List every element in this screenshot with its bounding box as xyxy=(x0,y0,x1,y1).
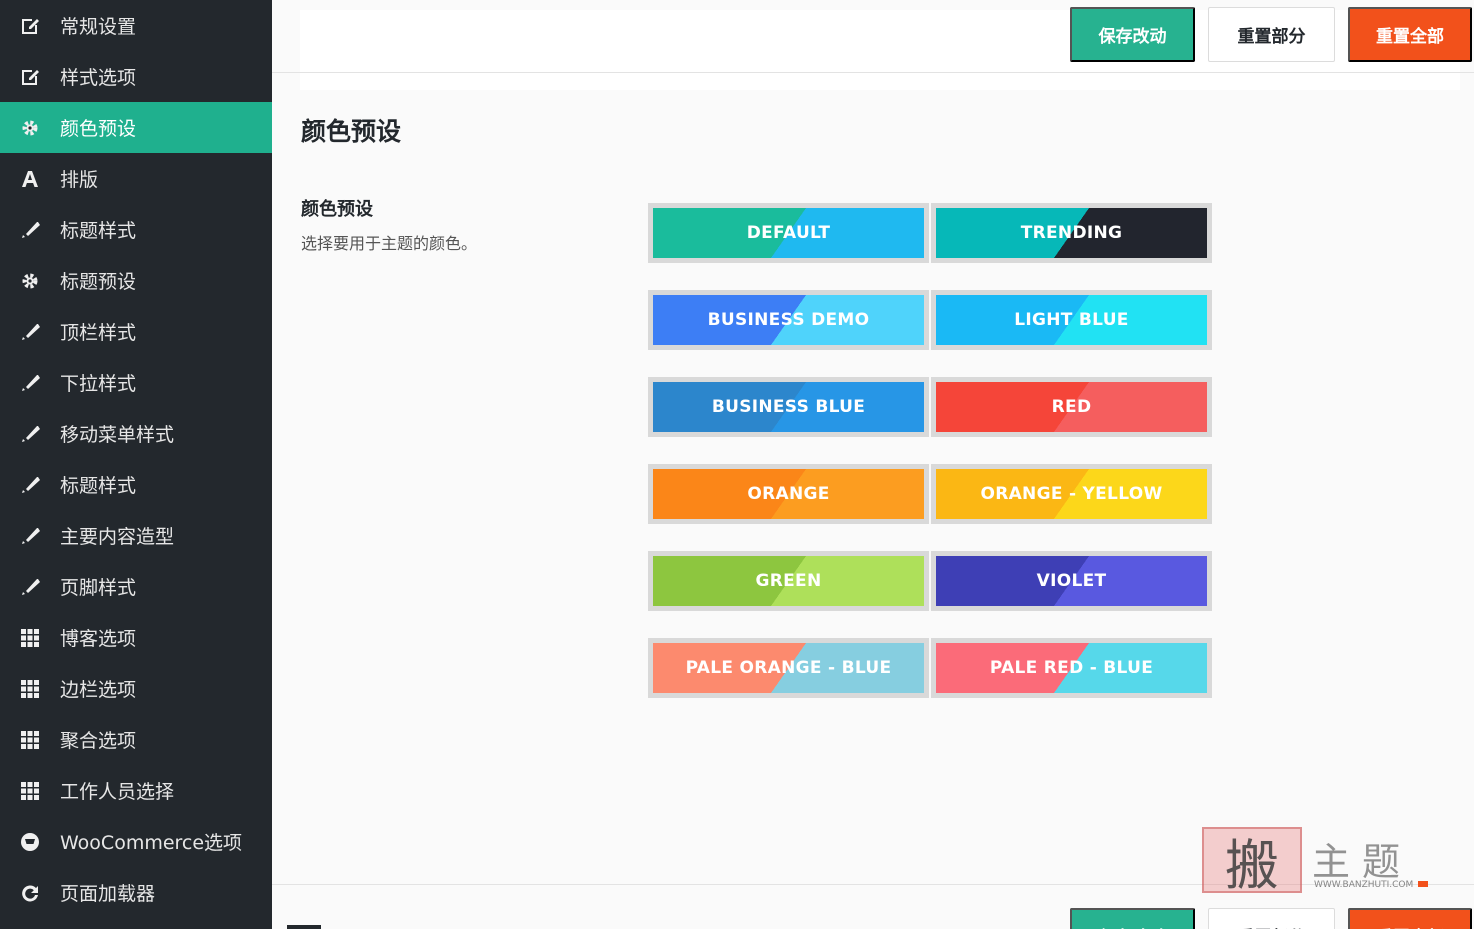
sidebar-item-label: 页脚样式 xyxy=(60,577,137,599)
sidebar-item-5[interactable]: 标题预设 xyxy=(0,255,272,306)
edit-icon xyxy=(20,16,40,36)
sidebar-item-label: 下拉样式 xyxy=(60,373,137,395)
sidebar-item-label: WooCommerce选项 xyxy=(60,832,243,854)
color-preset-5[interactable]: RED xyxy=(931,377,1212,437)
color-preset-label: PALE ORANGE - BLUE xyxy=(653,643,924,693)
sidebar-item-6[interactable]: 顶栏样式 xyxy=(0,306,272,357)
grid-icon xyxy=(20,730,40,750)
sidebar-item-11[interactable]: 页脚样式 xyxy=(0,561,272,612)
sidebar: 常规设置 样式选项 颜色预设 排版 标题样式 标题预设 顶栏样式 下拉样式 移动菜单样式 标题样式… xyxy=(0,0,272,929)
sidebar-item-2[interactable]: 颜色预设 xyxy=(0,102,272,153)
grid-icon xyxy=(20,628,40,648)
sidebar-item-label: 样式选项 xyxy=(60,67,137,89)
watermark-logo: 搬 主题 WWW.BANZHUTI.COM xyxy=(1200,825,1440,897)
font-icon xyxy=(20,169,40,189)
sidebar-item-label: 博客选项 xyxy=(60,628,137,650)
sidebar-item-15[interactable]: 工作人员选择 xyxy=(0,765,272,816)
header-divider xyxy=(272,72,1474,73)
sidebar-item-16[interactable]: WooCommerce选项 xyxy=(0,816,272,867)
brush-icon xyxy=(20,322,40,342)
cart-icon xyxy=(20,832,40,852)
sidebar-item-8[interactable]: 移动菜单样式 xyxy=(0,408,272,459)
sidebar-item-17[interactable]: 页面加载器 xyxy=(0,867,272,918)
gear-icon xyxy=(20,271,40,291)
sidebar-item-10[interactable]: 主要内容造型 xyxy=(0,510,272,561)
main-panel: 保存改动 重置部分 重置全部 颜色预设 颜色预设 选择要用于主题的颜色。 DEF… xyxy=(272,0,1474,929)
brush-icon xyxy=(20,220,40,240)
grid-icon xyxy=(20,679,40,699)
sidebar-item-label: 主要内容造型 xyxy=(60,526,175,548)
sidebar-item-label: 标题样式 xyxy=(60,220,137,242)
sidebar-item-label: 页面加载器 xyxy=(60,883,156,905)
grid-icon xyxy=(20,781,40,801)
watermark-text: 主题 xyxy=(1312,840,1413,884)
color-preset-label: RED xyxy=(936,382,1207,432)
sidebar-item-label: 排版 xyxy=(60,169,99,191)
sidebar-item-7[interactable]: 下拉样式 xyxy=(0,357,272,408)
color-preset-0[interactable]: DEFAULT xyxy=(648,203,929,263)
watermark-url: WWW.BANZHUTI.COM xyxy=(1314,880,1414,890)
sidebar-item-3[interactable]: 排版 xyxy=(0,153,272,204)
color-preset-label: ORANGE xyxy=(653,469,924,519)
field-description: 选择要用于主题的颜色。 xyxy=(301,234,478,253)
color-preset-label: DEFAULT xyxy=(653,208,924,258)
sidebar-item-label: 边栏选项 xyxy=(60,679,137,701)
sidebar-item-label: 标题样式 xyxy=(60,475,137,497)
color-preset-8[interactable]: GREEN xyxy=(648,551,929,611)
twitter-icon[interactable] xyxy=(340,922,380,929)
sidebar-item-label: 移动菜单样式 xyxy=(60,424,175,446)
color-preset-1[interactable]: TRENDING xyxy=(931,203,1212,263)
watermark-seal: 搬 xyxy=(1202,827,1302,897)
color-preset-label: GREEN xyxy=(653,556,924,606)
sidebar-item-14[interactable]: 聚合选项 xyxy=(0,714,272,765)
color-preset-4[interactable]: BUSINESS BLUE xyxy=(648,377,929,437)
sidebar-item-label: 颜色预设 xyxy=(60,118,137,140)
brush-icon xyxy=(20,424,40,444)
section-title: 颜色预设 xyxy=(301,117,402,146)
reset-section-button[interactable]: 重置部分 xyxy=(1208,7,1335,62)
sidebar-item-label: 工作人员选择 xyxy=(60,781,175,803)
color-preset-label: LIGHT BLUE xyxy=(936,295,1207,345)
color-preset-label: VIOLET xyxy=(936,556,1207,606)
color-preset-2[interactable]: BUSINESS DEMO xyxy=(648,290,929,350)
field-label: 颜色预设 xyxy=(301,199,373,220)
color-preset-label: BUSINESS DEMO xyxy=(653,295,924,345)
color-preset-10[interactable]: PALE ORANGE - BLUE xyxy=(648,638,929,698)
color-preset-7[interactable]: ORANGE - YELLOW xyxy=(931,464,1212,524)
sidebar-item-0[interactable]: 常规设置 xyxy=(0,0,272,51)
color-preset-label: PALE RED - BLUE xyxy=(936,643,1207,693)
color-preset-label: BUSINESS BLUE xyxy=(653,382,924,432)
color-preset-label: ORANGE - YELLOW xyxy=(936,469,1207,519)
facebook-icon[interactable] xyxy=(287,920,321,929)
sidebar-item-13[interactable]: 边栏选项 xyxy=(0,663,272,714)
reset-all-button[interactable]: 重置全部 xyxy=(1348,7,1472,62)
sidebar-item-label: 聚合选项 xyxy=(60,730,137,752)
sidebar-item-label: 标题预设 xyxy=(60,271,137,293)
sidebar-item-12[interactable]: 博客选项 xyxy=(0,612,272,663)
color-preset-3[interactable]: LIGHT BLUE xyxy=(931,290,1212,350)
footer-reset-section-button[interactable]: 重置部分 xyxy=(1208,908,1335,929)
brush-icon xyxy=(20,475,40,495)
footer-reset-all-button[interactable]: 重置全部 xyxy=(1348,908,1472,929)
edit-icon xyxy=(20,67,40,87)
watermark-dot xyxy=(1418,881,1428,887)
brush-icon xyxy=(20,577,40,597)
footer-save-button[interactable]: 保存改动 xyxy=(1070,908,1195,929)
save-button[interactable]: 保存改动 xyxy=(1070,7,1195,62)
gear-icon xyxy=(20,118,40,138)
refresh-icon xyxy=(20,883,40,903)
sidebar-item-label: 顶栏样式 xyxy=(60,322,137,344)
sidebar-item-4[interactable]: 标题样式 xyxy=(0,204,272,255)
sidebar-item-9[interactable]: 标题样式 xyxy=(0,459,272,510)
color-preset-6[interactable]: ORANGE xyxy=(648,464,929,524)
sidebar-item-1[interactable]: 样式选项 xyxy=(0,51,272,102)
color-preset-label: TRENDING xyxy=(936,208,1207,258)
brush-icon xyxy=(20,373,40,393)
color-preset-11[interactable]: PALE RED - BLUE xyxy=(931,638,1212,698)
sidebar-item-label: 常规设置 xyxy=(60,16,137,38)
color-preset-9[interactable]: VIOLET xyxy=(931,551,1212,611)
brush-icon xyxy=(20,526,40,546)
